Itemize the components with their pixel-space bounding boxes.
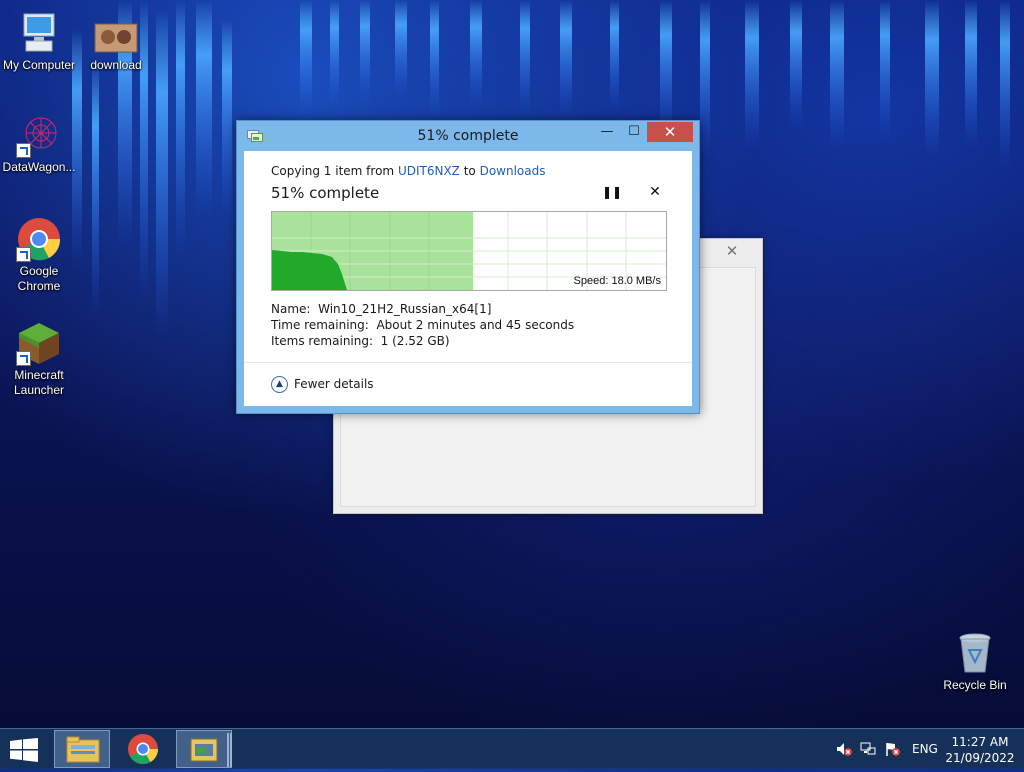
dialog-content: Copying 1 item from UDIT6NXZ to Download… xyxy=(244,151,692,406)
shortcut-arrow-icon xyxy=(16,143,31,158)
desktop-icon-download[interactable]: download xyxy=(77,10,155,73)
detail-label: Time remaining: xyxy=(271,318,369,332)
speed-readout: Speed: 18.0 MB/s xyxy=(573,275,661,287)
close-icon[interactable]: ✕ xyxy=(710,241,754,261)
file-copy-icon xyxy=(190,733,232,767)
cancel-button[interactable]: ✕ xyxy=(647,184,663,200)
maximize-button[interactable]: ☐ xyxy=(621,122,647,142)
desktop-icon-label: download xyxy=(90,58,142,72)
time-remaining-value: About 2 minutes and 45 seconds xyxy=(376,318,575,332)
desktop-icon-label: Minecraft Launcher xyxy=(13,368,65,397)
copy-description: Copying 1 item from UDIT6NXZ to Download… xyxy=(271,164,545,178)
items-remaining-value: 1 (2.52 GB) xyxy=(380,334,450,348)
desktop-icon-label: Google Chrome xyxy=(17,264,61,293)
chrome-icon xyxy=(16,216,62,262)
desktop-icon-recycle-bin[interactable]: Recycle Bin xyxy=(936,630,1014,693)
desktop-icon-datawagon[interactable]: DataWagon... xyxy=(0,112,78,175)
transfer-speed-graph: Speed: 18.0 MB/s xyxy=(271,211,667,291)
minecraft-icon xyxy=(16,320,62,366)
clock-date: 21/09/2022 xyxy=(945,751,1015,765)
chevron-up-icon: ▲ xyxy=(271,376,288,393)
computer-icon xyxy=(16,10,62,56)
taskbar-google-chrome[interactable] xyxy=(115,730,171,768)
pause-button[interactable]: ❚❚ xyxy=(602,185,622,201)
taskbar: ENG 11:27 AM 21/09/2022 xyxy=(0,728,1024,769)
desktop-icon-minecraft-launcher[interactable]: Minecraft Launcher xyxy=(0,320,78,398)
copy-progress-dialog[interactable]: 51% complete — ☐ ✕ Copying 1 item from U… xyxy=(236,120,700,414)
detail-name-row: Name: Win10_21H2_Russian_x64[1] xyxy=(271,301,574,317)
action-center-flag-icon[interactable] xyxy=(884,741,900,757)
copy-details: Name: Win10_21H2_Russian_x64[1] Time rem… xyxy=(271,301,574,349)
speaker-muted-icon[interactable] xyxy=(836,741,852,757)
desktop-icon-label: DataWagon... xyxy=(2,160,76,174)
desktop-icon-my-computer[interactable]: My Computer xyxy=(0,10,78,73)
folder-icon xyxy=(66,736,100,763)
windows-start-button[interactable] xyxy=(10,738,38,762)
system-clock[interactable]: 11:27 AM 21/09/2022 xyxy=(945,734,1015,766)
detail-time-row: Time remaining: About 2 minutes and 45 s… xyxy=(271,317,574,333)
fewer-details-button[interactable]: ▲ Fewer details xyxy=(271,376,374,393)
datawagon-icon xyxy=(16,112,62,158)
minimize-button[interactable]: — xyxy=(594,122,620,142)
file-name-value: Win10_21H2_Russian_x64[1] xyxy=(318,302,492,316)
divider xyxy=(244,362,692,363)
desktop-icon-label: Recycle Bin xyxy=(943,678,1007,692)
detail-items-row: Items remaining: 1 (2.52 GB) xyxy=(271,333,574,349)
input-language-indicator[interactable]: ENG xyxy=(912,742,938,756)
clock-time: 11:27 AM xyxy=(951,735,1009,749)
recycle-bin-icon xyxy=(952,630,998,676)
desktop-icon-google-chrome[interactable]: Google Chrome xyxy=(0,216,78,294)
network-icon[interactable] xyxy=(860,741,876,757)
copy-prefix-text: Copying 1 item from xyxy=(271,164,398,178)
chrome-icon xyxy=(128,734,158,765)
desktop-icon-label: My Computer xyxy=(2,58,76,72)
shortcut-arrow-icon xyxy=(16,247,31,262)
detail-label: Items remaining: xyxy=(271,334,374,348)
detail-label: Name: xyxy=(271,302,311,316)
taskbar-file-explorer[interactable] xyxy=(54,730,110,768)
fewer-details-label: Fewer details xyxy=(294,377,374,391)
progress-status: 51% complete xyxy=(271,184,380,202)
image-file-icon xyxy=(93,10,139,56)
source-link[interactable]: UDIT6NXZ xyxy=(398,164,460,178)
taskbar-file-copy[interactable] xyxy=(176,730,232,768)
shortcut-arrow-icon xyxy=(16,351,31,366)
title-bar[interactable]: 51% complete — ☐ ✕ xyxy=(237,121,699,151)
copy-mid-text: to xyxy=(459,164,480,178)
destination-link[interactable]: Downloads xyxy=(480,164,546,178)
close-button[interactable]: ✕ xyxy=(647,122,693,142)
